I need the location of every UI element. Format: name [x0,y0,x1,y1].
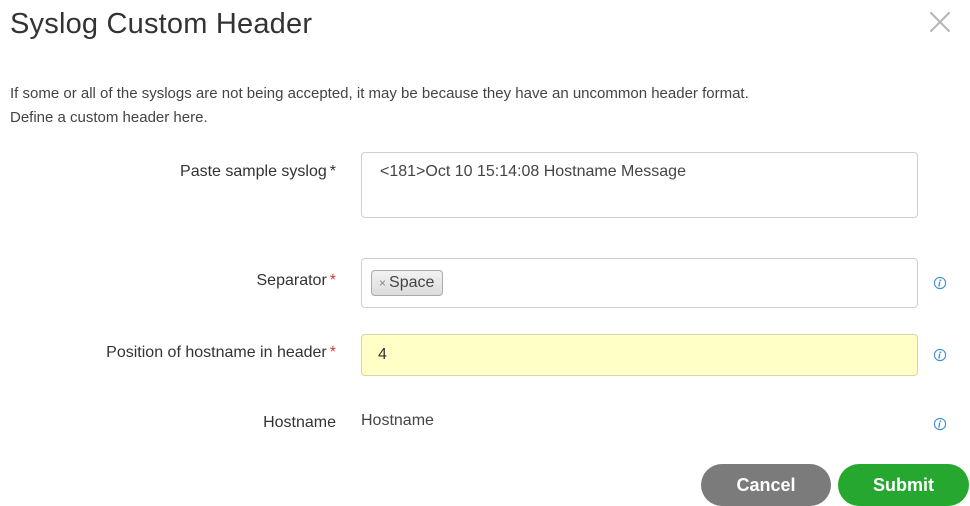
info-icon[interactable] [933,348,947,362]
sample-syslog-label-text: Paste sample syslog [180,163,327,180]
separator-multiselect[interactable]: × Space [361,258,918,308]
syslog-custom-header-dialog: Syslog Custom Header If some or all of t… [0,0,970,506]
info-icon[interactable] [933,417,947,431]
position-label: Position of hostname in header * [106,344,336,362]
position-input[interactable] [361,334,918,376]
separator-label: Separator * [257,272,337,290]
sample-syslog-label: Paste sample syslog * [180,163,336,181]
intro-line-1: If some or all of the syslogs are not be… [10,85,749,102]
sample-syslog-textarea[interactable]: <181>Oct 10 15:14:08 Hostname Message [361,152,918,218]
separator-tag-label: Space [389,274,435,291]
intro-text: If some or all of the syslogs are not be… [10,82,970,130]
required-mark: * [329,344,336,361]
hostname-value: Hostname [361,412,434,429]
dialog-title: Syslog Custom Header [10,8,313,40]
hostname-label: Hostname [263,414,336,431]
required-mark: * [329,163,336,180]
separator-label-text: Separator [256,272,327,289]
submit-button[interactable]: Submit [838,464,969,506]
intro-line-2: Define a custom header here. [10,109,208,126]
tag-remove-icon[interactable]: × [379,276,386,290]
separator-tag: × Space [371,270,444,296]
close-icon[interactable] [922,4,958,40]
info-icon[interactable] [933,276,947,290]
position-label-text: Position of hostname in header [106,344,327,361]
required-mark: * [329,272,336,289]
cancel-button[interactable]: Cancel [701,464,831,506]
